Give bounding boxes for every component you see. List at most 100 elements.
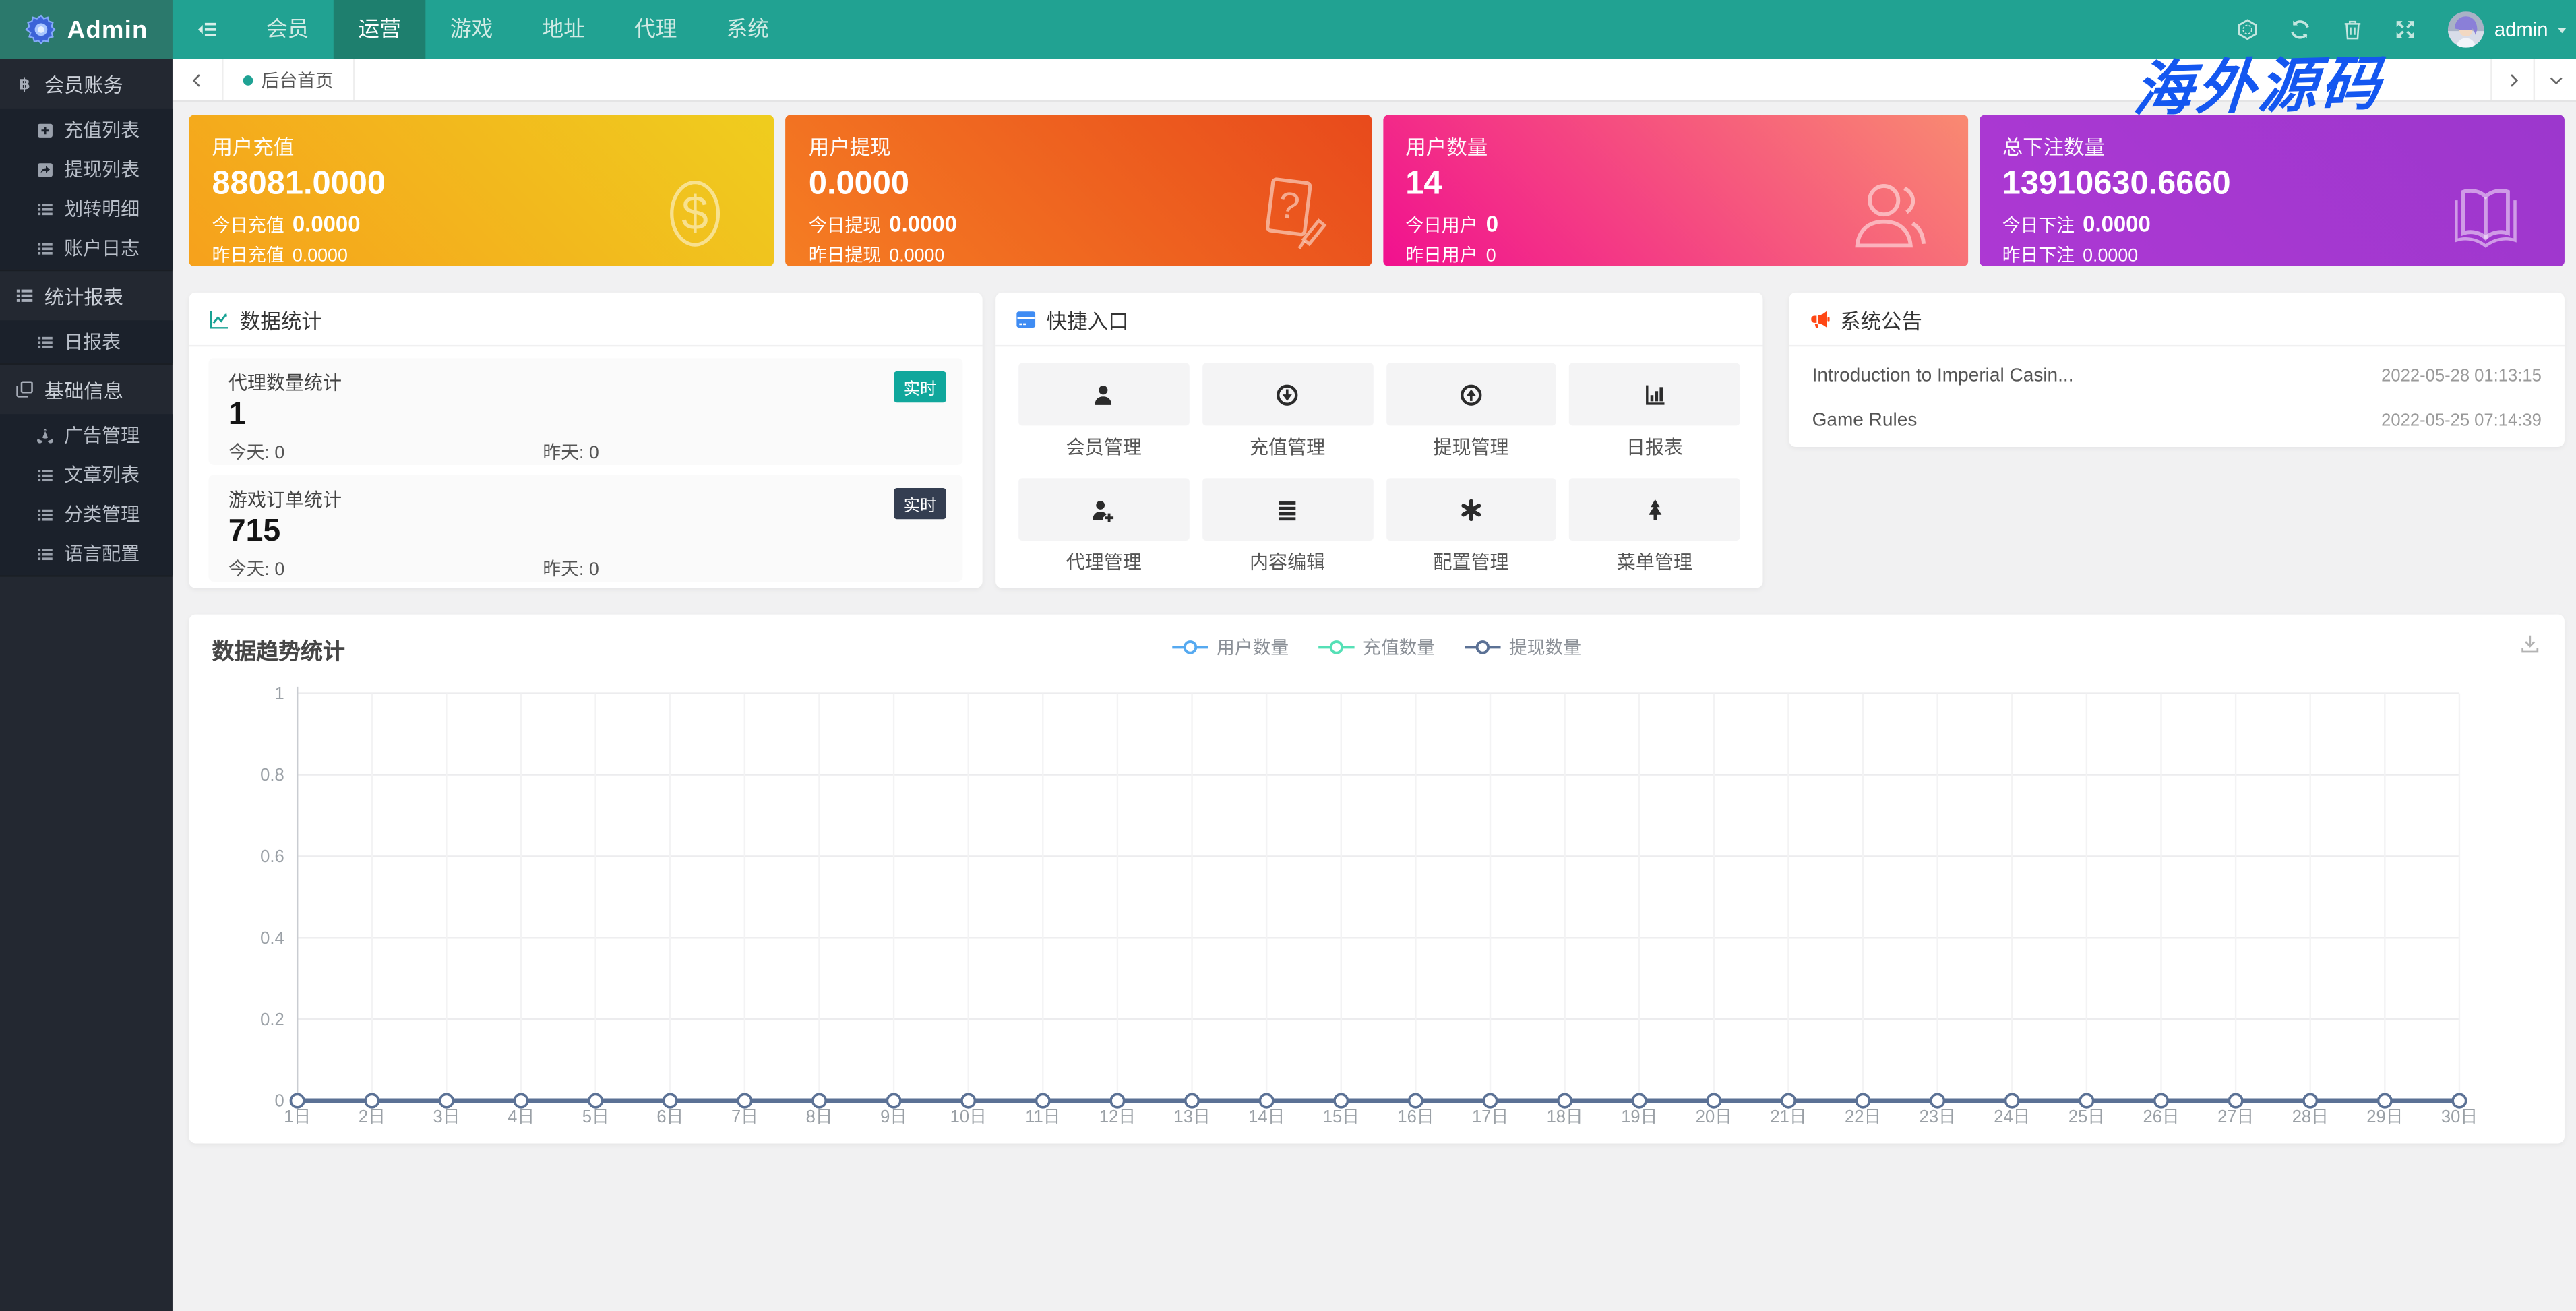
svg-text:14日: 14日	[1248, 1107, 1285, 1126]
expand-button[interactable]	[2379, 0, 2432, 59]
quick-entry-3[interactable]: 提现管理	[1386, 363, 1556, 460]
sidebar: ฿会员账务充值列表提现列表划转明细账户日志统计报表日报表基础信息广告管理文章列表…	[0, 59, 173, 1311]
nav-item-1[interactable]: 会员	[241, 0, 334, 59]
stat-card-title: 用户提现	[809, 130, 1348, 161]
quick-entry-7[interactable]: 配置管理	[1386, 478, 1556, 575]
user-plus-icon	[1091, 497, 1116, 522]
list-icon	[36, 466, 55, 484]
sidebar-subitem-3-2[interactable]: 文章列表	[0, 455, 173, 495]
nav-item-4[interactable]: 地址	[518, 0, 610, 59]
svg-text:17日: 17日	[1472, 1107, 1508, 1126]
notice-item-1[interactable]: Introduction to Imperial Casin...2022-05…	[1812, 353, 2542, 398]
today-label: 今日用户	[1405, 212, 1477, 238]
sidebar-subitem-2-1[interactable]: 日报表	[0, 322, 173, 362]
app-logo[interactable]: Admin	[0, 0, 173, 59]
quick-entry-label: 内容编辑	[1202, 549, 1373, 575]
tab-home[interactable]: 后台首页	[224, 59, 355, 100]
quick-entry-6[interactable]: 内容编辑	[1202, 478, 1373, 575]
menu-fold-icon	[195, 18, 218, 41]
bitcoin-icon: ฿	[15, 74, 34, 94]
sidebar-subitem-1-1[interactable]: 充值列表	[0, 110, 173, 150]
chevron-right-icon	[2505, 71, 2521, 88]
legend-line-icon	[1172, 639, 1208, 655]
quick-entry-tile	[1569, 363, 1740, 426]
user-name[interactable]: admin	[2494, 18, 2548, 41]
bar-chart-icon	[1643, 382, 1667, 407]
legend-label: 提现数量	[1509, 634, 1581, 661]
quick-entry-1[interactable]: 会员管理	[1018, 363, 1189, 460]
stat-block-value: 715	[228, 514, 943, 551]
sidebar-subitem-1-2[interactable]: 提现列表	[0, 150, 173, 189]
caret-down-icon[interactable]	[2554, 22, 2569, 37]
sidebar-subitem-3-4[interactable]: 语言配置	[0, 534, 173, 574]
quick-entry-label: 日报表	[1569, 434, 1740, 460]
panel-title: 数据统计	[240, 303, 322, 334]
hexagon-icon	[2236, 18, 2259, 41]
sidebar-toggle-button[interactable]	[173, 0, 241, 59]
stat-card-title: 用户数量	[1405, 130, 1944, 161]
stat-block-title: 代理数量统计	[228, 369, 943, 396]
sidebar-submenu-3: 广告管理文章列表分类管理语言配置	[0, 414, 173, 575]
refresh-icon	[2289, 18, 2312, 41]
quick-entry-tile	[1018, 363, 1189, 426]
list-icon	[36, 545, 55, 563]
sidebar-item-1[interactable]: ฿会员账务	[0, 59, 173, 109]
quick-entry-8[interactable]: 菜单管理	[1569, 478, 1740, 575]
panel-title: 快捷入口	[1047, 303, 1129, 334]
svg-text:1日: 1日	[284, 1107, 311, 1126]
stat-card-title: 总下注数量	[2002, 130, 2542, 161]
tab-bar: 后台首页	[173, 59, 2576, 102]
window-icon	[1015, 308, 1037, 330]
refresh-button[interactable]	[2274, 0, 2327, 59]
svg-text:19日: 19日	[1621, 1107, 1657, 1126]
quick-entry-2[interactable]: 充值管理	[1202, 363, 1373, 460]
nav-item-5[interactable]: 代理	[609, 0, 702, 59]
sidebar-subitem-1-3[interactable]: 划转明细	[0, 189, 173, 228]
legend-item-1[interactable]: 用户数量	[1172, 634, 1289, 661]
nav-item-2[interactable]: 运营	[334, 0, 426, 59]
system-notice-header: 系统公告	[1789, 293, 2565, 346]
circle-down-icon	[1275, 382, 1300, 407]
sidebar-item-3[interactable]: 基础信息	[0, 365, 173, 414]
panel-title: 系统公告	[1840, 303, 1922, 334]
quick-entry-4[interactable]: 日报表	[1569, 363, 1740, 460]
hexagon-button[interactable]	[2221, 0, 2274, 59]
download-icon[interactable]	[2519, 632, 2542, 655]
quick-entry-label: 配置管理	[1386, 549, 1556, 575]
svg-text:27日: 27日	[2217, 1107, 2254, 1126]
sidebar-subitem-1-4[interactable]: 账户日志	[0, 228, 173, 268]
sidebar-subitem-3-1[interactable]: 广告管理	[0, 416, 173, 456]
tabs-scroll-right-button[interactable]	[2490, 59, 2533, 100]
svg-text:24日: 24日	[1994, 1107, 2030, 1126]
stat-card-title: 用户充值	[212, 130, 751, 161]
line-chart-icon	[209, 308, 231, 330]
trend-chart-card: 数据趋势统计 用户数量充值数量提现数量 00.20.40.60.811日2日3日…	[189, 615, 2565, 1144]
tab-label: 后台首页	[262, 67, 334, 93]
legend-item-2[interactable]: 充值数量	[1318, 634, 1435, 661]
avatar[interactable]	[2449, 11, 2485, 48]
yesterday-value: 0.0000	[293, 247, 348, 266]
trash-button[interactable]	[2327, 0, 2379, 59]
sidebar-subitem-3-3[interactable]: 分类管理	[0, 495, 173, 535]
quick-entry-5[interactable]: 代理管理	[1018, 478, 1189, 575]
svg-text:20日: 20日	[1696, 1107, 1732, 1126]
nav-item-6[interactable]: 系统	[702, 0, 794, 59]
nav-item-3[interactable]: 游戏	[425, 0, 518, 59]
stat-block-value: 1	[228, 398, 943, 434]
today-value: 0.0000	[889, 212, 957, 237]
svg-text:$: $	[682, 187, 709, 241]
today-stat: 今天: 0	[228, 439, 543, 465]
svg-text:6日: 6日	[656, 1107, 683, 1126]
dollar-icon: $	[652, 171, 738, 257]
legend-item-3[interactable]: 提现数量	[1465, 634, 1581, 661]
tabs-menu-button[interactable]	[2534, 59, 2576, 100]
yesterday-label: 昨日用户	[1405, 241, 1477, 266]
list-icon	[15, 286, 34, 305]
tabs-scroll-left-button[interactable]	[173, 59, 224, 100]
svg-text:26日: 26日	[2143, 1107, 2179, 1126]
navbar-tools: admin	[2221, 0, 2576, 59]
notice-text: Game Rules	[1812, 410, 1918, 429]
sidebar-item-2[interactable]: 统计报表	[0, 271, 173, 320]
tabbar-spacer	[355, 59, 2491, 100]
notice-item-2[interactable]: Game Rules2022-05-25 07:14:39	[1812, 398, 2542, 442]
